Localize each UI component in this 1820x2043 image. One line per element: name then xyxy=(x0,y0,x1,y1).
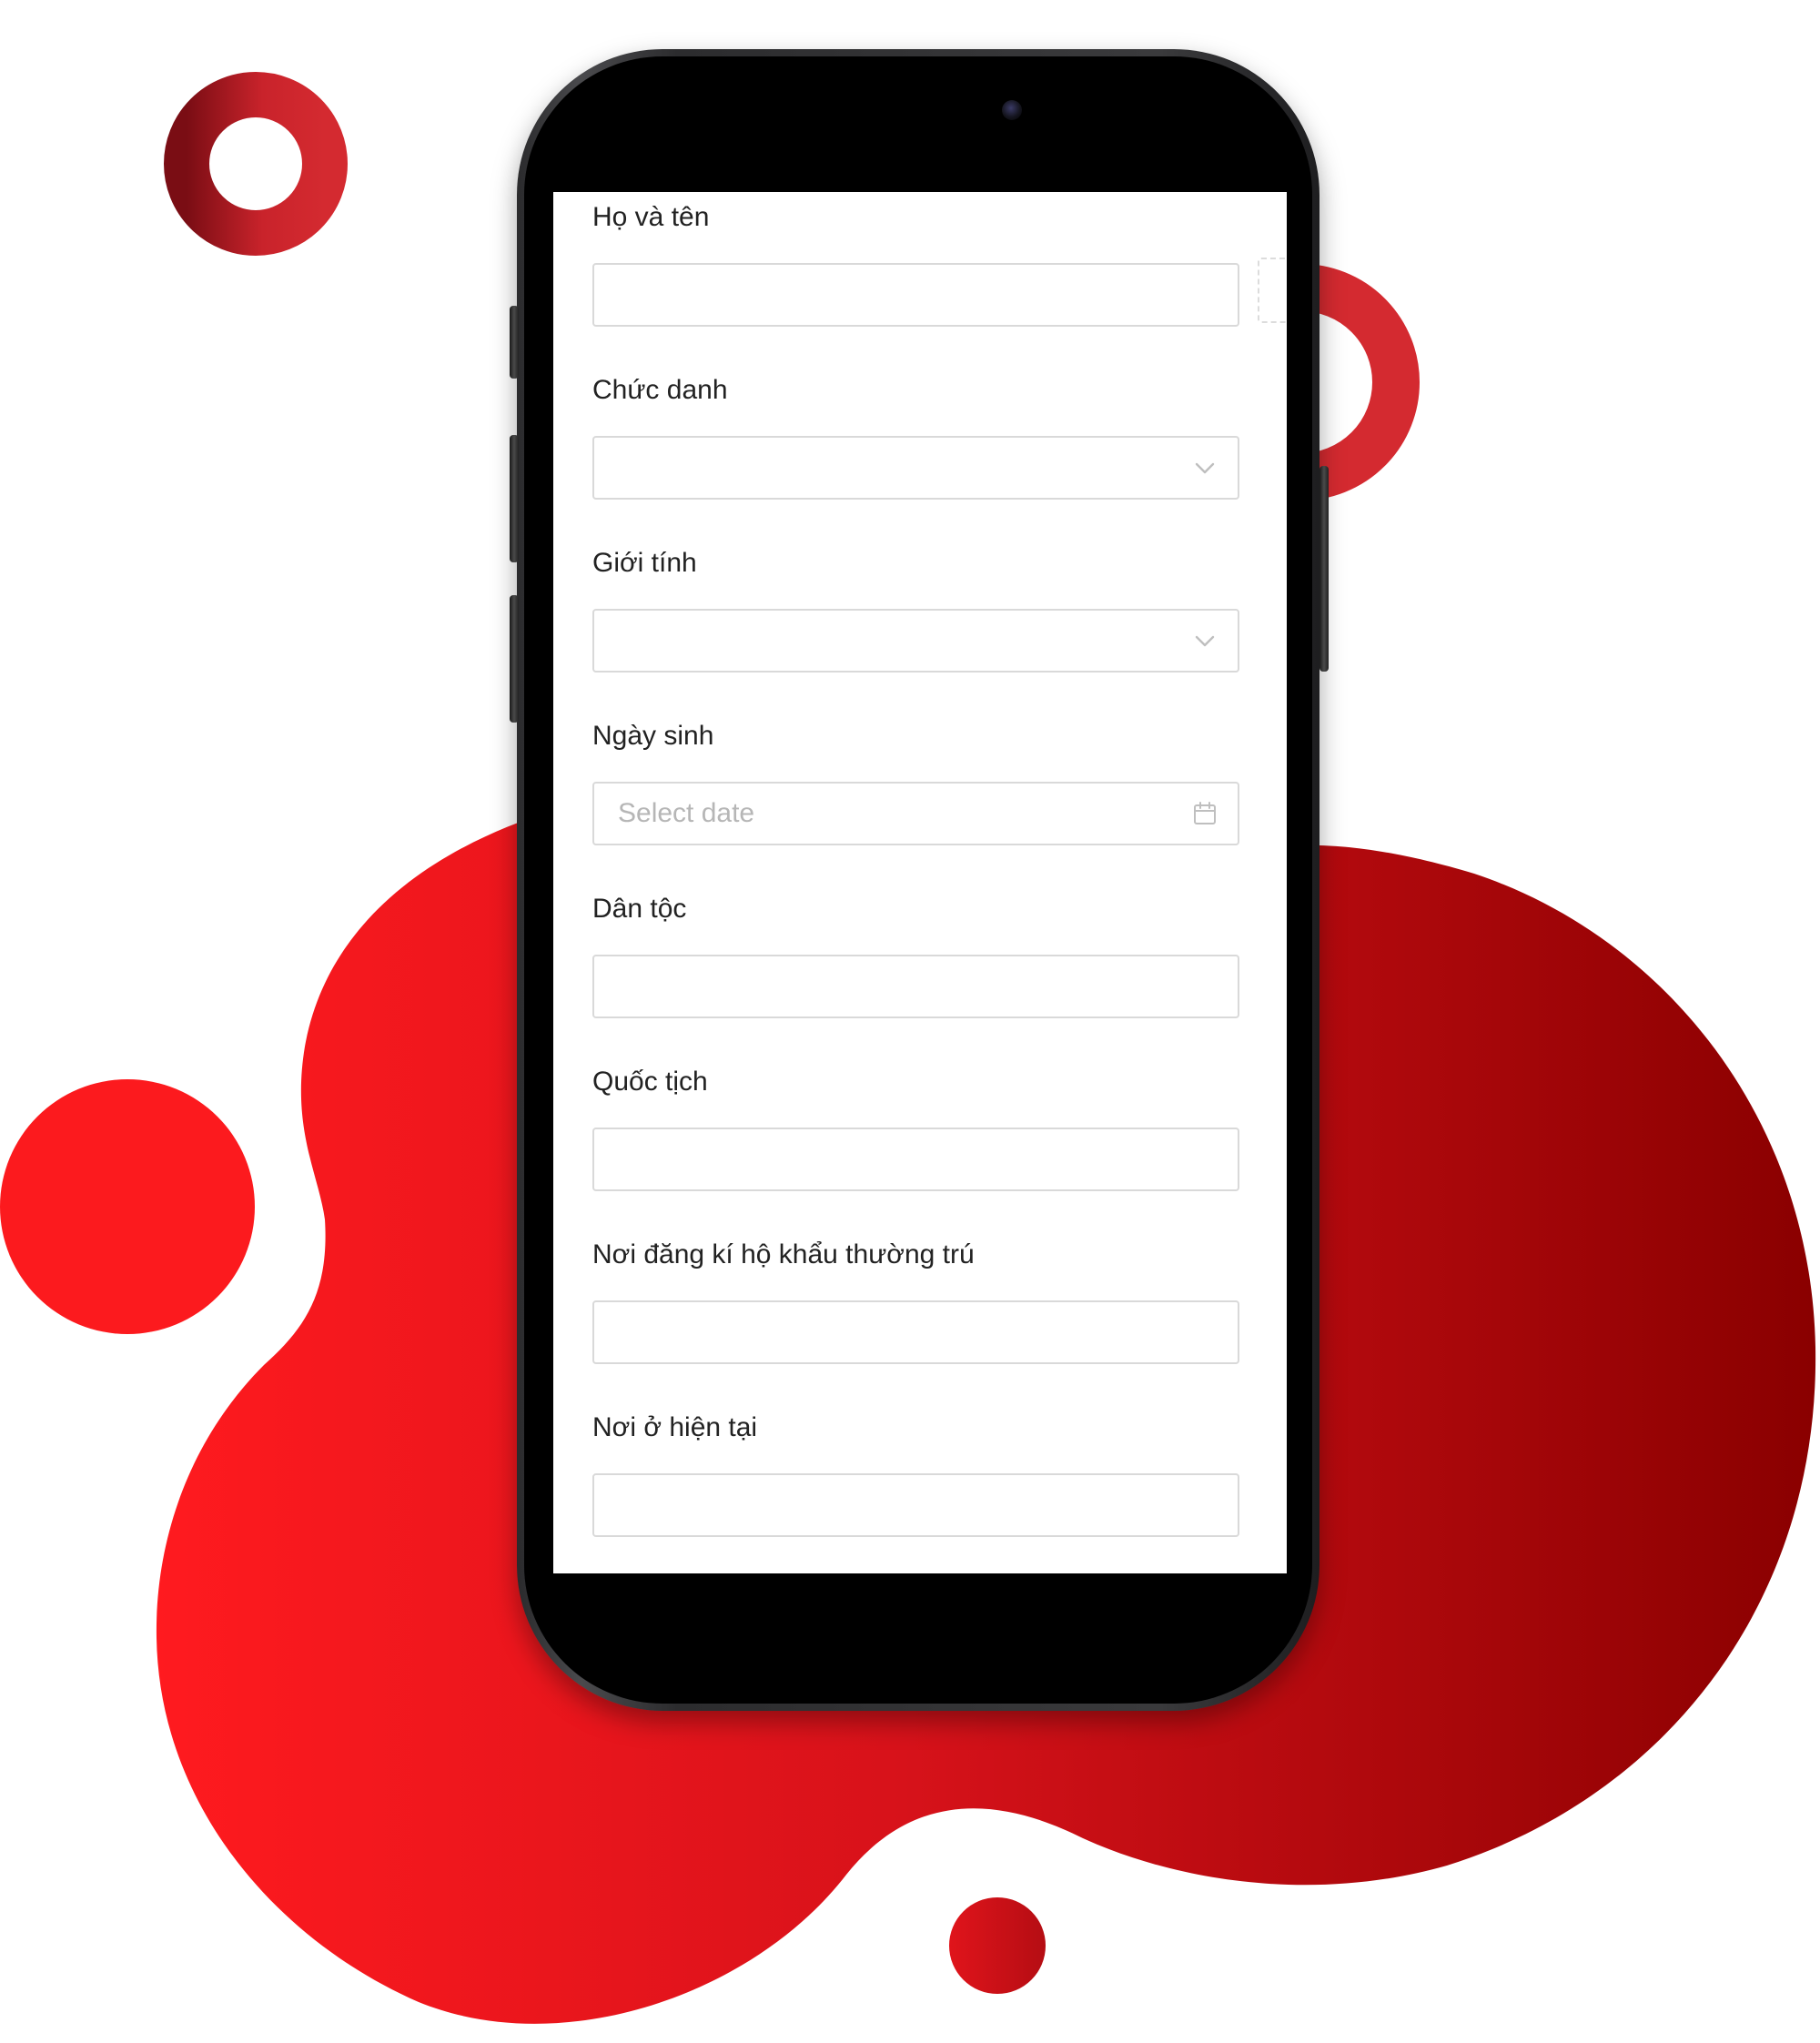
field-label: Họ và tên xyxy=(592,202,710,232)
phone-volume-down-button xyxy=(510,595,519,723)
decorative-circle-left xyxy=(0,1079,255,1334)
field-gender: Giới tính xyxy=(592,545,1239,673)
current-address-input[interactable] xyxy=(592,1473,1239,1537)
gender-select[interactable] xyxy=(592,609,1239,673)
field-label: Ngày sinh xyxy=(592,721,714,751)
calendar-icon[interactable] xyxy=(1192,801,1218,826)
front-camera-icon xyxy=(1002,100,1022,120)
permanent-residence-input[interactable] xyxy=(592,1300,1239,1364)
phone-silent-switch xyxy=(510,306,519,379)
phone-screen: Họ và tên Chức danh Giới tính Ngày sinh xyxy=(553,192,1287,1573)
field-date-of-birth: Ngày sinh Select date xyxy=(592,718,1239,845)
field-label: Nơi đăng kí hộ khẩu thường trú xyxy=(592,1239,975,1269)
date-placeholder: Select date xyxy=(618,798,755,828)
field-label: Quốc tịch xyxy=(592,1067,708,1097)
ethnicity-input[interactable] xyxy=(592,955,1239,1018)
adjacent-field-edge xyxy=(1258,258,1287,323)
field-label: Chức danh xyxy=(592,375,728,405)
field-nationality: Quốc tịch xyxy=(592,1064,1239,1191)
nationality-input[interactable] xyxy=(592,1128,1239,1191)
chevron-down-icon xyxy=(1195,462,1215,474)
decorative-ring-top-left xyxy=(164,72,348,256)
field-job-title: Chức danh xyxy=(592,372,1239,500)
field-permanent-residence: Nơi đăng kí hộ khẩu thường trú xyxy=(592,1237,1239,1364)
field-ethnicity: Dân tộc xyxy=(592,891,1239,1018)
full-name-input[interactable] xyxy=(592,263,1239,327)
date-of-birth-picker[interactable]: Select date xyxy=(592,782,1239,845)
chevron-down-icon xyxy=(1195,635,1215,647)
field-label: Nơi ở hiện tại xyxy=(592,1412,758,1442)
job-title-select[interactable] xyxy=(592,436,1239,500)
phone-power-button xyxy=(1320,466,1329,672)
promo-stage: Họ và tên Chức danh Giới tính Ngày sinh xyxy=(0,0,1820,2043)
phone-volume-up-button xyxy=(510,435,519,562)
field-label: Dân tộc xyxy=(592,894,687,924)
decorative-dot-bottom xyxy=(949,1897,1046,1994)
field-full-name: Họ và tên xyxy=(592,199,1239,327)
field-label: Giới tính xyxy=(592,548,697,578)
field-current-address: Nơi ở hiện tại xyxy=(592,1410,1239,1537)
